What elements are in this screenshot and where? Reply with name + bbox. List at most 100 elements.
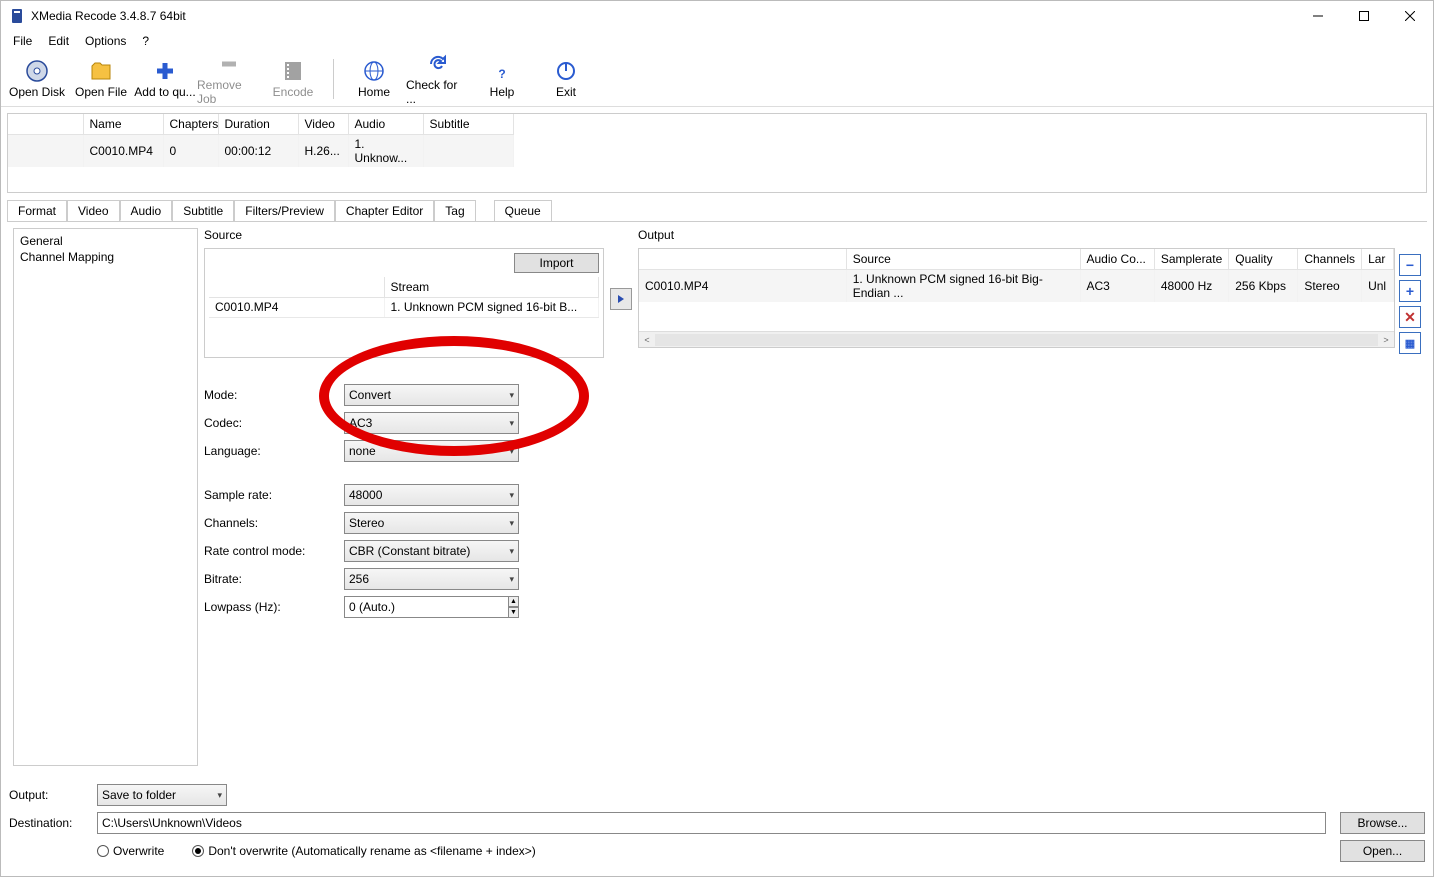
file-col-header[interactable]: Subtitle xyxy=(423,114,513,134)
audio-subpanel-list: General Channel Mapping xyxy=(13,228,198,766)
lowpass-spinner[interactable]: ▲▼ xyxy=(344,596,519,618)
add-stream-button[interactable] xyxy=(610,288,632,310)
close-button[interactable] xyxy=(1387,1,1433,31)
chevron-down-icon: ▾ xyxy=(509,518,514,529)
open-button[interactable]: Open... xyxy=(1340,840,1425,862)
file-col-header[interactable]: Chapters xyxy=(163,114,218,134)
window-title: XMedia Recode 3.4.8.7 64bit xyxy=(31,9,1295,23)
source-row[interactable]: C0010.MP41. Unknown PCM signed 16-bit B.… xyxy=(209,297,599,317)
file-col-header[interactable] xyxy=(8,114,83,134)
delete-stream-button[interactable]: ✕ xyxy=(1399,306,1421,328)
toolbar: Open DiskOpen FileAdd to qu...Remove Job… xyxy=(1,51,1433,107)
toolbar-home-button[interactable]: Home xyxy=(342,53,406,105)
channels-combo[interactable]: Stereo▾ xyxy=(344,512,519,534)
chevron-down-icon: ▾ xyxy=(509,390,514,401)
destination-label: Destination: xyxy=(9,816,89,830)
rate-combo[interactable]: CBR (Constant bitrate)▾ xyxy=(344,540,519,562)
toolbar-exit-button[interactable]: Exit xyxy=(534,53,598,105)
tab-filters-preview[interactable]: Filters/Preview xyxy=(234,200,335,221)
subpanel-channel-mapping[interactable]: Channel Mapping xyxy=(18,249,193,265)
mode-combo[interactable]: Convert▾ xyxy=(344,384,519,406)
toolbar-help-button[interactable]: ?Help xyxy=(470,53,534,105)
lowpass-input[interactable] xyxy=(344,596,509,618)
file-col-header[interactable]: Video xyxy=(298,114,348,134)
import-button[interactable]: Import xyxy=(514,253,599,273)
dont-overwrite-radio[interactable]: Don't overwrite (Automatically rename as… xyxy=(192,844,535,858)
output-hscroll[interactable]: <> xyxy=(639,331,1394,347)
power-icon xyxy=(554,59,578,83)
destination-input[interactable]: C:\Users\Unknown\Videos xyxy=(97,812,1326,834)
output-col-header[interactable]: Audio Co... xyxy=(1080,249,1154,269)
toolbar-check-for--button[interactable]: Check for ... xyxy=(406,53,470,105)
output-side-buttons: − + ✕ ▦ xyxy=(1399,254,1421,766)
plus-icon xyxy=(153,59,177,83)
film-icon xyxy=(281,59,305,83)
sample-label: Sample rate: xyxy=(204,488,344,502)
app-window: XMedia Recode 3.4.8.7 64bit File Edit Op… xyxy=(0,0,1434,877)
tab-queue[interactable]: Queue xyxy=(494,200,552,221)
bitrate-combo[interactable]: 256▾ xyxy=(344,568,519,590)
tab-format[interactable]: Format xyxy=(7,200,67,221)
audio-tab-content: General Channel Mapping Source Import St… xyxy=(7,221,1427,772)
svg-text:?: ? xyxy=(498,67,505,81)
browse-button[interactable]: Browse... xyxy=(1340,812,1425,834)
chevron-down-icon: ▾ xyxy=(509,446,514,457)
folder-icon xyxy=(89,59,113,83)
spin-down-icon[interactable]: ▼ xyxy=(509,607,519,618)
output-col-header[interactable]: Source xyxy=(846,249,1080,269)
add-stream-side-button[interactable]: + xyxy=(1399,280,1421,302)
output-column: Output SourceAudio Co...SamplerateQualit… xyxy=(638,228,1421,766)
chevron-down-icon: ▾ xyxy=(509,546,514,557)
menu-help[interactable]: ? xyxy=(134,32,157,50)
output-col-header[interactable]: Quality xyxy=(1229,249,1298,269)
tab-audio[interactable]: Audio xyxy=(120,200,173,221)
language-combo[interactable]: none▾ xyxy=(344,440,519,462)
menubar: File Edit Options ? xyxy=(1,31,1433,51)
app-icon xyxy=(9,8,25,24)
file-col-header[interactable]: Name xyxy=(83,114,163,134)
output-col-header[interactable]: Lar xyxy=(1362,249,1394,269)
remove-stream-button[interactable]: − xyxy=(1399,254,1421,276)
output-col-header[interactable]: Samplerate xyxy=(1154,249,1228,269)
disc-icon xyxy=(25,59,49,83)
menu-options[interactable]: Options xyxy=(77,32,134,50)
chevron-down-icon: ▾ xyxy=(509,490,514,501)
maximize-button[interactable] xyxy=(1341,1,1387,31)
tab-subtitle[interactable]: Subtitle xyxy=(172,200,234,221)
toolbar-open-disk-button[interactable]: Open Disk xyxy=(5,53,69,105)
file-row[interactable]: C0010.MP4000:00:12H.26...1. Unknow... xyxy=(8,134,1426,167)
file-col-header[interactable]: Audio xyxy=(348,114,423,134)
codec-label: Codec: xyxy=(204,416,344,430)
tab-tag[interactable]: Tag xyxy=(434,200,475,221)
overwrite-radio[interactable]: Overwrite xyxy=(97,844,164,858)
output-col-header[interactable] xyxy=(639,249,846,269)
output-table: SourceAudio Co...SamplerateQualityChanne… xyxy=(638,248,1395,348)
menu-edit[interactable]: Edit xyxy=(40,32,77,50)
tab-chapter-editor[interactable]: Chapter Editor xyxy=(335,200,434,221)
output-mode-label: Output: xyxy=(9,788,89,802)
mode-label: Mode: xyxy=(204,388,344,402)
tab-video[interactable]: Video xyxy=(67,200,119,221)
language-label: Language: xyxy=(204,444,344,458)
question-icon: ? xyxy=(490,59,514,83)
stream-header: Stream xyxy=(384,277,599,297)
output-col-header[interactable]: Channels xyxy=(1298,249,1362,269)
toolbar-open-file-button[interactable]: Open File xyxy=(69,53,133,105)
toolbar-remove-job-button: Remove Job xyxy=(197,53,261,105)
sample-combo[interactable]: 48000▾ xyxy=(344,484,519,506)
toolbar-add-to-qu--button[interactable]: Add to qu... xyxy=(133,53,197,105)
minimize-button[interactable] xyxy=(1295,1,1341,31)
spin-up-icon[interactable]: ▲ xyxy=(509,596,519,607)
subpanel-general[interactable]: General xyxy=(18,233,193,249)
output-row[interactable]: C0010.MP41. Unknown PCM signed 16-bit Bi… xyxy=(639,269,1394,302)
file-col-header[interactable]: Duration xyxy=(218,114,298,134)
chevron-down-icon: ▾ xyxy=(509,574,514,585)
output-mode-combo[interactable]: Save to folder▾ xyxy=(97,784,227,806)
globe-icon xyxy=(362,59,386,83)
output-label: Output xyxy=(638,228,1395,242)
codec-combo[interactable]: AC3▾ xyxy=(344,412,519,434)
menu-file[interactable]: File xyxy=(5,32,40,50)
refresh-icon xyxy=(426,52,450,76)
titlebar: XMedia Recode 3.4.8.7 64bit xyxy=(1,1,1433,31)
grid-settings-button[interactable]: ▦ xyxy=(1399,332,1421,354)
